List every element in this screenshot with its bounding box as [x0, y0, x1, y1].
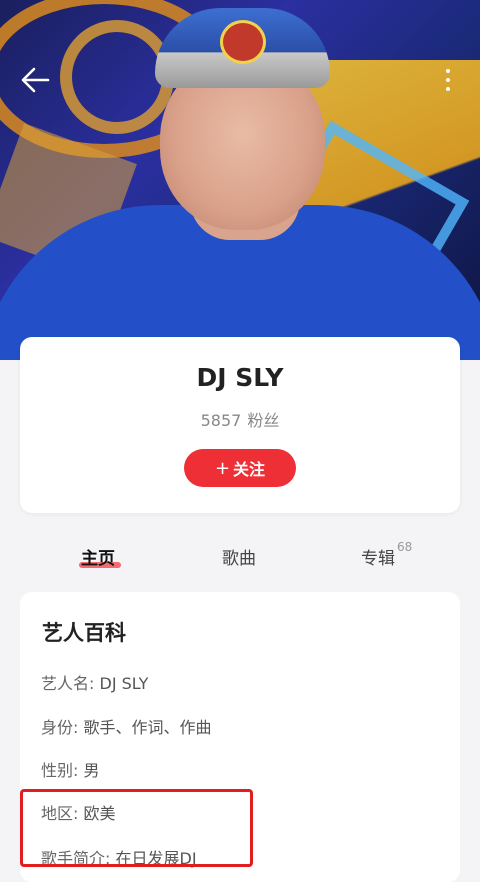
back-button[interactable]	[18, 62, 54, 98]
info-label: 艺人名:	[41, 674, 95, 693]
follow-label: 关注	[233, 460, 266, 479]
tab-songs[interactable]: 歌曲	[222, 544, 256, 569]
cap-badge	[220, 20, 266, 64]
fans-count: 5857 粉丝	[20, 407, 460, 431]
info-value: 男	[83, 761, 100, 780]
vertical-dots-icon	[446, 69, 450, 73]
arrow-left-icon	[21, 67, 50, 93]
artist-cover-photo	[0, 0, 480, 360]
fans-label: 粉丝	[247, 411, 280, 430]
album-count-badge: 68	[397, 540, 413, 554]
tab-home[interactable]: 主页	[81, 544, 115, 569]
info-label: 身份:	[41, 718, 79, 737]
info-row-artist-name: 艺人名: DJ SLY	[41, 670, 148, 694]
info-row-identity: 身份: 歌手、作词、作曲	[41, 714, 212, 738]
encyclopedia-title: 艺人百科	[42, 621, 126, 645]
tab-albums-label: 专辑	[361, 549, 395, 569]
info-row-gender: 性别: 男	[41, 757, 100, 781]
follow-button[interactable]: + 关注	[184, 449, 296, 487]
artist-name: DJ SLY	[196, 363, 284, 392]
info-value: DJ SLY	[99, 674, 149, 693]
tab-albums[interactable]: 专辑68	[361, 540, 412, 569]
fans-number: 5857	[200, 411, 242, 430]
profile-card: DJ SLY 5857 粉丝 + 关注	[20, 337, 460, 513]
highlight-annotation-box	[20, 789, 253, 867]
more-options-button[interactable]	[436, 64, 460, 98]
info-value: 歌手、作词、作曲	[83, 718, 212, 737]
plus-icon: +	[214, 457, 231, 479]
info-label: 性别:	[41, 761, 79, 780]
